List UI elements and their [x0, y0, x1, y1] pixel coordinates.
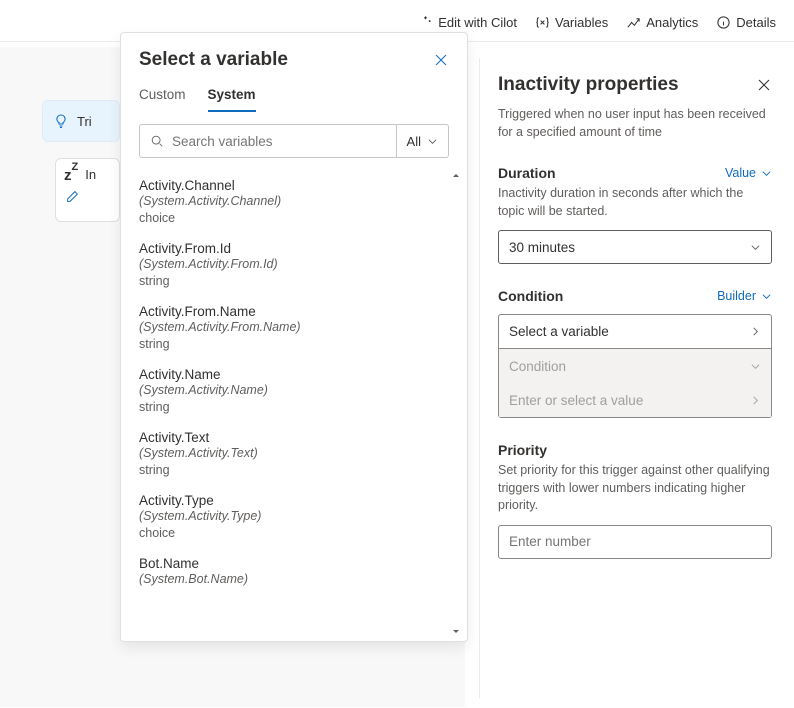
variable-item-system-name: (System.Activity.From.Name) — [139, 320, 453, 334]
variable-filter-dropdown[interactable]: All — [396, 125, 448, 157]
condition-operator-placeholder: Condition — [509, 359, 566, 374]
search-icon — [150, 134, 164, 148]
trigger-node-label: Tri — [77, 114, 92, 129]
duration-value: 30 minutes — [509, 240, 575, 255]
variable-item-name: Activity.Name — [139, 367, 453, 382]
priority-description: Set priority for this trigger against ot… — [498, 462, 772, 515]
analytics-button[interactable]: Analytics — [626, 15, 698, 30]
variable-list[interactable]: Activity.Channel(System.Activity.Channel… — [121, 168, 467, 641]
inactivity-node[interactable]: zZ In — [55, 158, 120, 222]
duration-mode-label: Value — [725, 166, 756, 180]
sleep-icon: zZ — [64, 165, 78, 184]
priority-field-wrapper — [498, 525, 772, 559]
condition-value-picker[interactable]: Enter or select a value — [499, 383, 771, 417]
variable-item-system-name: (System.Activity.Type) — [139, 509, 453, 523]
properties-close-button[interactable] — [756, 77, 772, 93]
variable-item-type: choice — [139, 526, 453, 540]
variable-item[interactable]: Activity.Channel(System.Activity.Channel… — [139, 170, 463, 233]
details-label: Details — [736, 15, 776, 30]
properties-title: Inactivity properties — [498, 74, 679, 96]
analytics-label: Analytics — [646, 15, 698, 30]
condition-variable-label: Select a variable — [509, 324, 609, 339]
variable-item[interactable]: Activity.Text(System.Activity.Text) strin… — [139, 422, 463, 485]
variables-icon — [535, 15, 550, 30]
variable-item[interactable]: Activity.From.Id(System.Activity.From.Id… — [139, 233, 463, 296]
sparkle-icon — [418, 15, 433, 30]
condition-mode-label: Builder — [717, 289, 756, 303]
pencil-icon — [66, 190, 79, 203]
duration-label: Duration — [498, 165, 556, 181]
chevron-down-icon — [750, 242, 761, 253]
variable-tabs: Custom System — [121, 81, 467, 112]
condition-builder: Select a variable Condition Enter or sel… — [498, 314, 772, 418]
chevron-right-icon — [750, 326, 761, 337]
select-variable-panel: Select a variable Custom System All Acti… — [120, 32, 468, 642]
variable-item-type: string — [139, 337, 453, 351]
caret-down-icon — [451, 627, 461, 637]
priority-label: Priority — [498, 442, 547, 458]
variable-item-name: Activity.From.Name — [139, 304, 453, 319]
inactivity-properties-panel: Inactivity properties Triggered when no … — [479, 58, 794, 698]
duration-description: Inactivity duration in seconds after whi… — [498, 185, 772, 220]
details-button[interactable]: Details — [716, 15, 776, 30]
variable-filter-label: All — [407, 134, 421, 149]
variable-item-type: choice — [139, 211, 453, 225]
chevron-down-icon — [750, 361, 761, 372]
search-variables-row: All — [139, 124, 449, 158]
variable-item-name: Bot.Name — [139, 556, 453, 571]
chevron-right-icon — [750, 395, 761, 406]
variable-item-system-name: (System.Activity.Channel) — [139, 194, 453, 208]
search-variables-input[interactable] — [172, 134, 386, 149]
properties-description: Triggered when no user input has been re… — [498, 106, 772, 141]
variable-item[interactable]: Activity.Type(System.Activity.Type) choic… — [139, 485, 463, 548]
close-button[interactable] — [433, 52, 449, 68]
info-icon — [716, 15, 731, 30]
inactivity-node-label: In — [85, 167, 96, 182]
variable-item[interactable]: Activity.From.Name(System.Activity.From.… — [139, 296, 463, 359]
duration-mode-toggle[interactable]: Value — [725, 166, 772, 180]
select-variable-title: Select a variable — [139, 49, 288, 71]
variable-item-name: Activity.From.Id — [139, 241, 453, 256]
variable-item-name: Activity.Channel — [139, 178, 453, 193]
condition-operator-picker[interactable]: Condition — [499, 349, 771, 383]
variable-item-system-name: (System.Activity.Text) — [139, 446, 453, 460]
variable-item-system-name: (System.Bot.Name) — [139, 572, 453, 586]
variable-item-system-name: (System.Activity.From.Id) — [139, 257, 453, 271]
variable-item-system-name: (System.Activity.Name) — [139, 383, 453, 397]
tab-custom[interactable]: Custom — [139, 87, 186, 112]
variables-label: Variables — [555, 15, 608, 30]
variables-button[interactable]: Variables — [535, 15, 608, 30]
variable-item[interactable]: Bot.Name(System.Bot.Name) — [139, 548, 463, 594]
analytics-icon — [626, 15, 641, 30]
lightbulb-icon — [53, 113, 69, 129]
chevron-down-icon — [427, 136, 438, 147]
chevron-down-icon — [761, 168, 772, 179]
duration-dropdown[interactable]: 30 minutes — [498, 230, 772, 264]
condition-variable-picker[interactable]: Select a variable — [499, 315, 771, 349]
chevron-down-icon — [761, 291, 772, 302]
trigger-node[interactable]: Tri — [42, 100, 120, 142]
condition-value-placeholder: Enter or select a value — [509, 393, 643, 408]
edit-with-copilot-button[interactable]: Edit with Cilot — [418, 15, 517, 30]
edit-with-copilot-label: Edit with Cilot — [438, 15, 517, 30]
condition-mode-toggle[interactable]: Builder — [717, 289, 772, 303]
variable-item[interactable]: Activity.Name(System.Activity.Name) strin… — [139, 359, 463, 422]
variable-item-name: Activity.Type — [139, 493, 453, 508]
priority-input[interactable] — [509, 534, 761, 549]
variable-item-type: string — [139, 463, 453, 477]
tab-system[interactable]: System — [208, 87, 256, 112]
variable-item-name: Activity.Text — [139, 430, 453, 445]
variable-item-type: string — [139, 274, 453, 288]
variable-item-type: string — [139, 400, 453, 414]
condition-label: Condition — [498, 288, 563, 304]
